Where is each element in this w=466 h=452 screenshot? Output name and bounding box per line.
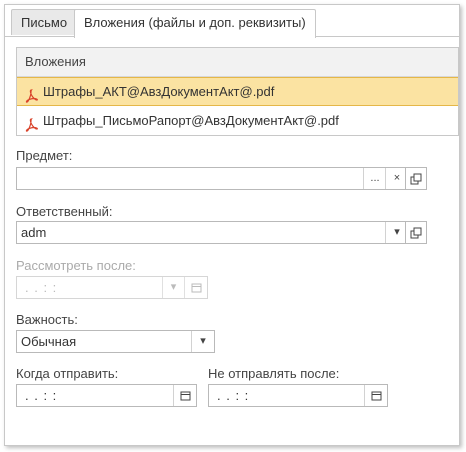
not-send-after-field[interactable]: . . : : — [208, 384, 388, 407]
calendar-icon — [371, 391, 382, 404]
tab-bar: Письмо Вложения (файлы и доп. реквизиты) — [5, 7, 459, 38]
review-after-dropdown-button: ▾ — [162, 277, 185, 298]
open-window-icon — [410, 227, 422, 242]
send-when-calendar-button[interactable] — [173, 385, 196, 406]
subject-open-button[interactable] — [405, 167, 427, 190]
review-after-field: . . : : ▾ — [16, 276, 208, 299]
chevron-down-icon: ▾ — [200, 335, 206, 347]
pdf-icon — [25, 85, 38, 103]
chevron-down-icon: ▾ — [170, 281, 178, 293]
send-when-label: Когда отправить: — [16, 366, 119, 381]
responsible-value: adm — [21, 225, 47, 240]
responsible-label: Ответственный: — [16, 204, 113, 219]
send-when-value: . . : : — [25, 388, 58, 403]
review-after-value: . . : : — [25, 280, 58, 295]
importance-label: Важность: — [16, 312, 78, 327]
tab-letter[interactable]: Письмо — [11, 9, 78, 35]
pdf-icon — [25, 113, 38, 132]
attachment-name: Штрафы_АКТ@АвзДокументАкт@.pdf — [43, 84, 275, 99]
not-send-after-label: Не отправлять после: — [208, 366, 340, 381]
attachments-list-header[interactable]: Вложения — [17, 48, 458, 77]
chevron-down-icon: ▾ — [394, 226, 400, 238]
importance-value: Обычная — [21, 334, 77, 349]
not-send-after-value: . . : : — [217, 388, 250, 403]
subject-choose-button[interactable]: ... — [363, 168, 386, 189]
not-send-after-calendar-button[interactable] — [364, 385, 387, 406]
attachments-form: Письмо Вложения (файлы и доп. реквизиты)… — [4, 4, 460, 446]
send-when-field[interactable]: . . : : — [16, 384, 197, 407]
attachment-name: Штрафы_ПисьмоРапорт@АвзДокументАкт@.pdf — [43, 113, 339, 128]
subject-label: Предмет: — [16, 148, 73, 163]
importance-select[interactable]: Обычная ▾ — [16, 330, 215, 353]
attachment-row[interactable]: Штрафы_ПисьмоРапорт@АвзДокументАкт@.pdf — [17, 106, 458, 135]
attachment-row[interactable]: Штрафы_АКТ@АвзДокументАкт@.pdf — [17, 77, 458, 106]
review-after-label: Рассмотреть после: — [16, 258, 136, 273]
importance-dropdown-button[interactable]: ▾ — [191, 331, 214, 352]
responsible-field[interactable]: adm ▾ — [16, 221, 409, 244]
subject-field[interactable]: ... × — [16, 167, 409, 190]
attachments-list: Вложения Штрафы_АКТ@АвзДокументАкт@.pdf … — [16, 47, 459, 136]
calendar-icon — [191, 283, 202, 296]
calendar-icon — [180, 391, 191, 404]
review-after-calendar-button — [184, 277, 207, 298]
open-window-icon — [410, 173, 422, 188]
tab-attachments[interactable]: Вложения (файлы и доп. реквизиты) — [74, 9, 316, 38]
responsible-open-button[interactable] — [405, 221, 427, 244]
